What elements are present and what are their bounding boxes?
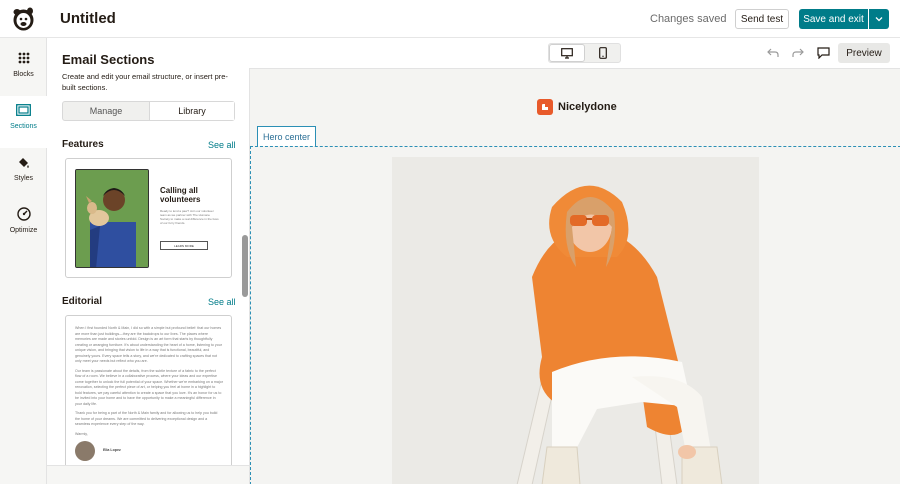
panel-tabs: Manage Library	[62, 101, 235, 121]
gauge-icon	[16, 206, 32, 222]
mailchimp-logo-icon[interactable]	[11, 6, 36, 32]
brand-name: Nicelydone	[558, 101, 617, 113]
desktop-view-button[interactable]	[549, 44, 585, 62]
save-and-exit-button[interactable]: Save and exit	[799, 9, 868, 29]
canvas-toolbar: Preview	[249, 38, 900, 68]
editorial-signature-row: Ella Lopez	[75, 441, 223, 461]
rail-item-blocks[interactable]: Blocks	[0, 44, 47, 96]
panel-description: Create and edit your email structure, or…	[62, 72, 228, 92]
left-rail: Blocks Sections Styles Optimize	[0, 38, 47, 484]
paint-bucket-icon	[16, 154, 32, 170]
features-template-card[interactable]: Calling all volunteers Ready to lend a p…	[65, 158, 232, 278]
panel-title: Email Sections	[62, 52, 155, 67]
rail-label: Sections	[10, 123, 37, 130]
editorial-paragraph: Our team is passionate about the details…	[75, 368, 223, 406]
save-status: Changes saved	[650, 13, 727, 25]
chevron-down-icon	[875, 17, 883, 22]
editorial-template-card[interactable]: When I first founded North & Main, I did…	[65, 315, 232, 484]
send-test-button[interactable]: Send test	[735, 9, 789, 29]
see-all-editorial-link[interactable]: See all	[208, 297, 236, 307]
hero-image[interactable]	[392, 157, 759, 484]
panel-scrollbar[interactable]	[242, 235, 248, 297]
volunteer-photo	[75, 169, 149, 268]
rail-item-styles[interactable]: Styles	[0, 148, 47, 200]
mobile-icon	[599, 47, 607, 59]
preview-button[interactable]: Preview	[838, 43, 890, 63]
mobile-view-button[interactable]	[585, 44, 621, 62]
rail-label: Styles	[13, 175, 34, 182]
tab-library[interactable]: Library	[149, 102, 234, 120]
email-canvas: Nicelydone Hero center	[249, 68, 900, 484]
editorial-preview-text: When I first founded North & Main, I did…	[75, 326, 223, 461]
features-preview-text: Ready to lend a paw? Join our volunteer …	[160, 209, 219, 225]
editorial-paragraph: When I first founded North & Main, I did…	[75, 326, 222, 363]
save-options-dropdown[interactable]	[869, 9, 889, 29]
rail-label: Optimize	[9, 227, 38, 234]
tab-manage[interactable]: Manage	[63, 102, 149, 120]
features-preview-heading: Calling all volunteers	[160, 186, 201, 204]
campaign-title[interactable]: Untitled	[60, 10, 116, 27]
editorial-paragraph: Thank you for being a part of the North …	[75, 411, 218, 426]
desktop-icon	[561, 47, 573, 59]
rail-item-optimize[interactable]: Optimize	[0, 200, 47, 252]
section-title-features: Features	[62, 139, 104, 150]
panel-footer	[47, 465, 249, 484]
sections-icon	[16, 102, 32, 118]
features-preview-button: LEARN MORE	[160, 241, 208, 250]
sections-panel: Email Sections Create and edit your emai…	[47, 38, 249, 484]
see-all-features-link[interactable]: See all	[208, 140, 236, 150]
rail-label: Blocks	[13, 71, 34, 78]
top-bar: Untitled Changes saved Send test Save an…	[0, 0, 900, 38]
avatar	[75, 441, 95, 461]
hero-center-label[interactable]: Hero center	[257, 126, 317, 146]
comment-icon[interactable]	[816, 46, 830, 60]
grid-icon	[16, 50, 32, 66]
undo-icon[interactable]	[766, 46, 780, 60]
signature-name: Ella Lopez	[103, 448, 121, 453]
device-view-toggle	[548, 43, 621, 63]
rail-item-sections[interactable]: Sections	[0, 96, 47, 148]
email-brand-header[interactable]: Nicelydone	[537, 99, 617, 115]
brand-logo-icon	[537, 99, 553, 115]
section-title-editorial: Editorial	[62, 296, 103, 307]
redo-icon[interactable]	[791, 46, 805, 60]
editorial-paragraph: Warmly,	[75, 431, 88, 436]
